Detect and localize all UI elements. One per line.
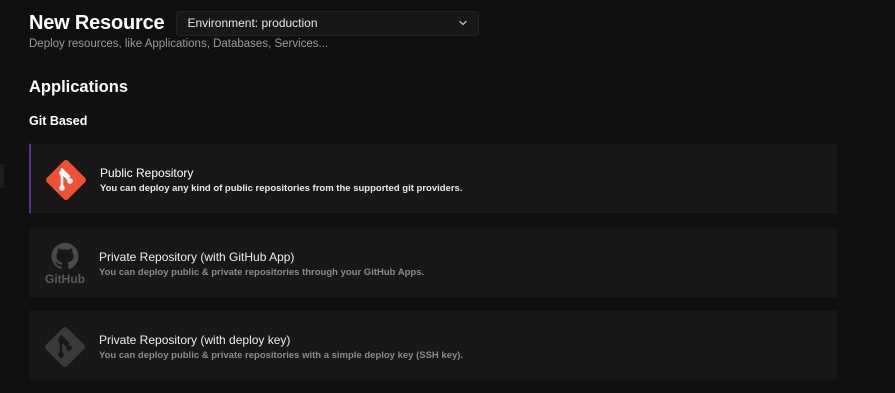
git-icon [41,323,89,371]
card-description: You can deploy public & private reposito… [99,267,425,278]
git-based-heading: Git Based [29,114,88,128]
card-text: Public Repository You can deploy any kin… [100,166,462,196]
applications-heading: Applications [29,78,129,96]
card-description: You can deploy public & private reposito… [99,350,464,361]
card-text: Private Repository (with GitHub App) You… [99,250,424,280]
card-text: Private Repository (with deploy key) You… [99,333,463,363]
public-repository-card[interactable]: Public Repository You can deploy any kin… [29,143,838,214]
page-title: New Resource [29,12,165,34]
card-title: Private Repository (with GitHub App) [99,250,295,264]
card-title: Private Repository (with deploy key) [99,333,291,347]
card-title: Public Repository [100,166,194,180]
sidebar-edge [0,164,4,188]
card-description: You can deploy any kind of public reposi… [100,183,463,194]
git-icon [42,156,90,204]
header: New Resource Environment: production [29,10,480,36]
environment-select-value: Environment: production [187,16,318,30]
github-app-repository-card[interactable]: GitHub Private Repository (with GitHub A… [29,227,838,298]
chevron-down-icon [458,18,468,28]
deploy-key-repository-card[interactable]: Private Repository (with deploy key) You… [29,310,838,381]
svg-text:GitHub: GitHub [45,272,85,286]
new-resource-page: New Resource Environment: production Dep… [0,0,895,393]
github-icon: GitHub [41,240,89,288]
environment-select[interactable]: Environment: production [176,10,480,36]
page-subtitle: Deploy resources, like Applications, Dat… [29,38,329,50]
